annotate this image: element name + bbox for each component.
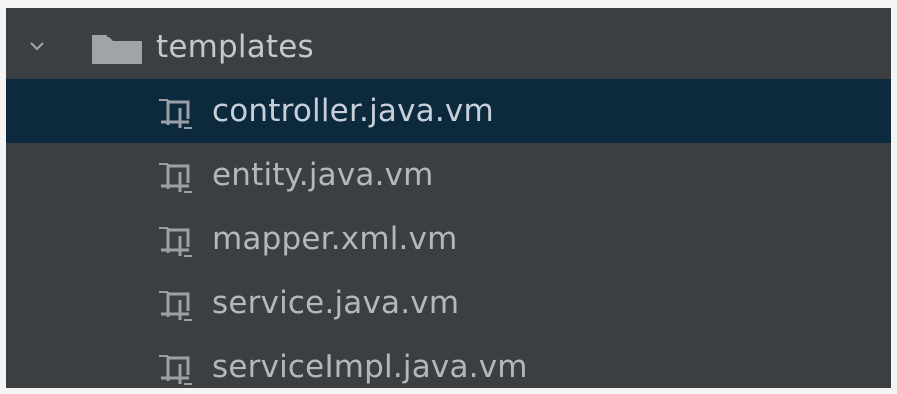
tree-file-controller-java-vm[interactable]: controller.java.vm	[6, 79, 891, 143]
velocity-template-icon	[159, 355, 192, 385]
file-label: service.java.vm	[212, 285, 460, 321]
file-label: serviceImpl.java.vm	[212, 349, 528, 385]
tree-file-mapper-xml-vm[interactable]: mapper.xml.vm	[6, 207, 891, 271]
velocity-template-icon	[159, 163, 192, 193]
file-label: entity.java.vm	[212, 157, 434, 193]
velocity-template-icon	[159, 227, 192, 257]
file-label: controller.java.vm	[212, 93, 494, 129]
velocity-template-icon	[159, 99, 192, 129]
velocity-template-icon	[159, 291, 192, 321]
tree-file-serviceimpl-java-vm[interactable]: serviceImpl.java.vm	[6, 335, 891, 388]
file-label: mapper.xml.vm	[212, 221, 458, 257]
chevron-down-icon[interactable]	[28, 37, 46, 55]
project-tree-panel: templates controller.java.vm entity.java…	[6, 8, 891, 388]
folder-icon	[92, 35, 142, 64]
tree-file-service-java-vm[interactable]: service.java.vm	[6, 271, 891, 335]
tree-folder-templates[interactable]: templates	[6, 15, 891, 79]
tree-file-entity-java-vm[interactable]: entity.java.vm	[6, 143, 891, 207]
folder-label: templates	[156, 29, 314, 65]
